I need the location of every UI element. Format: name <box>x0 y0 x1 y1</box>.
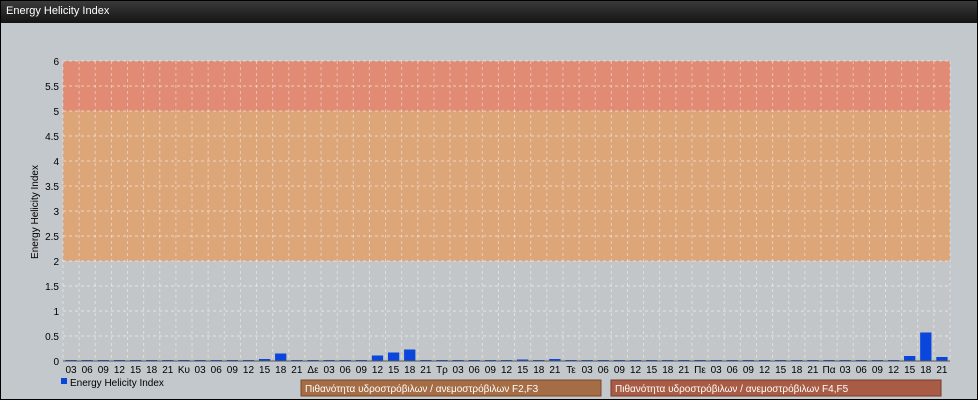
y-tick-label: 5 <box>53 107 59 118</box>
x-tick-label: 18 <box>146 365 158 376</box>
x-tick-label: 12 <box>114 365 126 376</box>
x-tick-label: 15 <box>904 365 916 376</box>
x-tick-label: 15 <box>646 365 658 376</box>
x-tick-label: 18 <box>920 365 932 376</box>
x-tick-label: 09 <box>872 365 884 376</box>
x-tick-label: 15 <box>259 365 271 376</box>
bar <box>920 332 932 361</box>
x-tick-label: Πα <box>823 365 836 376</box>
x-tick-label: 18 <box>791 365 803 376</box>
x-tick-label: 06 <box>82 365 94 376</box>
plot-area <box>62 60 951 362</box>
x-tick-label: 18 <box>275 365 287 376</box>
x-tick-label: 03 <box>840 365 852 376</box>
bar <box>904 356 916 361</box>
x-tick-label: 03 <box>324 365 336 376</box>
x-tick-label: 06 <box>211 365 223 376</box>
x-tick-label: 15 <box>388 365 400 376</box>
x-tick-label: 21 <box>936 365 948 376</box>
y-tick-label: 1 <box>53 307 59 318</box>
x-tick-label: Δε <box>307 365 319 376</box>
bar <box>387 352 400 361</box>
y-tick-label: 3 <box>53 207 59 218</box>
y-tick-label: 5.5 <box>45 82 59 93</box>
y-tick-label: 1.5 <box>45 282 59 293</box>
title-bar: Energy Helicity Index <box>1 1 977 23</box>
y-axis-ticks: 0 0.5 1 1.5 2 2.5 3 3.5 4 4.5 5 5.5 6 <box>45 57 59 368</box>
y-tick-label: 3.5 <box>45 182 59 193</box>
x-tick-label: 21 <box>678 365 690 376</box>
x-tick-label: 06 <box>856 365 868 376</box>
window-title: Energy Helicity Index <box>6 5 110 17</box>
x-tick-label: 21 <box>549 365 561 376</box>
x-tick-label: 15 <box>517 365 529 376</box>
x-tick-label: 12 <box>759 365 771 376</box>
x-tick-label: 03 <box>195 365 207 376</box>
x-tick-label: 03 <box>453 365 465 376</box>
y-tick-label: 0 <box>53 357 59 368</box>
y-axis-label: Energy Helicity Index <box>30 165 41 259</box>
chart-window: Energy Helicity Index 0 0.5 1 1.5 2 2.5 3 3.5 4 4… <box>0 0 978 400</box>
x-tick-label: Τρ <box>436 365 448 376</box>
x-tick-label: Πε <box>694 365 706 376</box>
legend-zone-f2f3-label: Πιθανότητα υδροστρόβιλων / ανεμοστρόβιλω… <box>305 383 539 395</box>
y-tick-label: 6 <box>53 57 59 68</box>
x-tick-label: 12 <box>243 365 255 376</box>
legend-series-label: Energy Helicity Index <box>70 378 164 389</box>
energy-helicity-chart: 0 0.5 1 1.5 2 2.5 3 3.5 4 4.5 5 5.5 6 03 06 09 12 15 18 21… <box>30 57 951 397</box>
x-tick-label: Κυ <box>178 365 190 376</box>
x-tick-label: 15 <box>775 365 787 376</box>
x-tick-label: 09 <box>743 365 755 376</box>
x-tick-label: 12 <box>630 365 642 376</box>
x-tick-label: 12 <box>501 365 513 376</box>
legend: Energy Helicity Index Πιθανότητα υδροστρ… <box>61 378 942 397</box>
x-tick-label: 15 <box>130 365 142 376</box>
x-tick-label: 21 <box>420 365 432 376</box>
x-tick-label: 09 <box>485 365 497 376</box>
x-tick-label: 03 <box>582 365 594 376</box>
x-tick-label: Τε <box>566 365 576 376</box>
bar <box>404 349 416 361</box>
x-tick-label: 12 <box>372 365 384 376</box>
x-tick-label: 06 <box>340 365 352 376</box>
y-tick-label: 0.5 <box>45 332 59 343</box>
x-tick-label: 06 <box>598 365 610 376</box>
x-tick-label: 21 <box>162 365 174 376</box>
legend-zone-f4f5-label: Πιθανότητα υδροστρόβιλων / ανεμοστρόβιλω… <box>615 383 849 395</box>
x-axis-ticks: 03 06 09 12 15 18 21 Κυ 03 06 09 12 15 18 21 Δε 03 06 09 12… <box>66 365 948 376</box>
x-tick-label: 09 <box>227 365 239 376</box>
x-tick-label: 21 <box>291 365 303 376</box>
x-tick-label: 09 <box>356 365 368 376</box>
x-tick-label: 03 <box>711 365 723 376</box>
legend-series-swatch <box>61 378 67 384</box>
bar <box>936 357 948 361</box>
bar <box>371 355 384 361</box>
x-tick-label: 21 <box>807 365 819 376</box>
x-tick-label: 12 <box>888 365 900 376</box>
y-tick-label: 4.5 <box>45 132 59 143</box>
x-tick-label: 03 <box>66 365 78 376</box>
x-tick-label: 18 <box>662 365 674 376</box>
y-tick-label: 2.5 <box>45 232 59 243</box>
y-tick-label: 2 <box>53 257 59 268</box>
x-tick-label: 09 <box>98 365 110 376</box>
x-tick-label: 18 <box>533 365 545 376</box>
x-tick-label: 06 <box>727 365 739 376</box>
x-tick-label: 09 <box>614 365 626 376</box>
bar <box>275 353 287 361</box>
x-tick-label: 06 <box>469 365 481 376</box>
x-tick-label: 18 <box>404 365 416 376</box>
y-tick-label: 4 <box>53 157 59 168</box>
